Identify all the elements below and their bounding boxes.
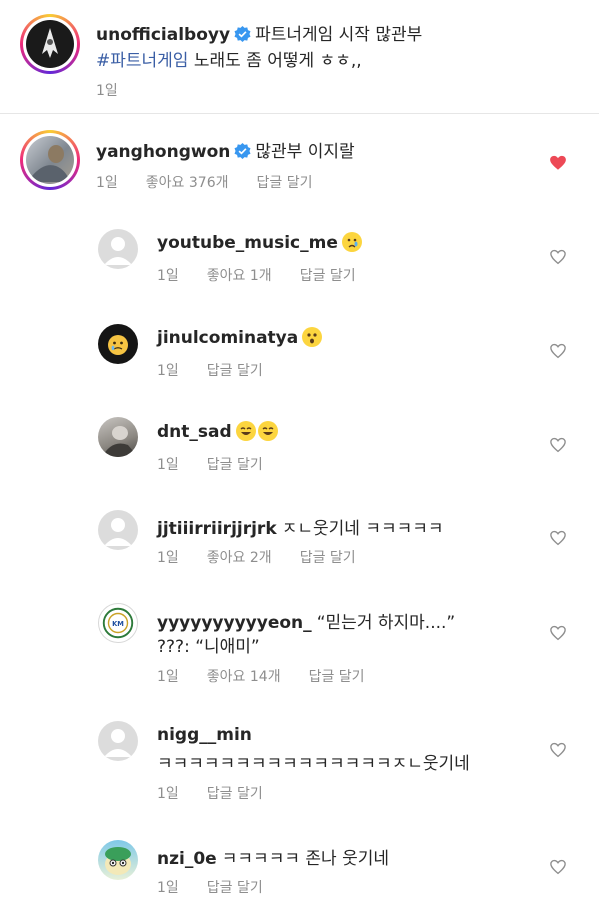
reply-button[interactable]: 답글 달기 bbox=[309, 669, 365, 685]
laughing-face-icon bbox=[235, 421, 256, 441]
heart-outline-icon[interactable] bbox=[549, 858, 567, 876]
reply-username[interactable]: jinulcominatya bbox=[157, 328, 298, 348]
astonished-face-icon bbox=[302, 327, 323, 347]
post-avatar[interactable] bbox=[20, 14, 80, 74]
reply-button[interactable]: 답글 달기 bbox=[207, 363, 263, 379]
reply-username[interactable]: nigg__min bbox=[157, 725, 252, 745]
reply-avatar[interactable] bbox=[98, 417, 138, 457]
reply-likes[interactable]: 좋아요 14개 bbox=[207, 669, 281, 685]
reply-avatar[interactable] bbox=[98, 840, 138, 880]
reply-button[interactable]: 답글 달기 bbox=[257, 175, 313, 191]
post-caption-text-2: 노래도 좀 어떻게 ㅎㅎ,, bbox=[188, 51, 362, 71]
reply-time: 1일 bbox=[157, 457, 179, 473]
reply-avatar[interactable] bbox=[98, 324, 138, 364]
reply-username[interactable]: youtube_music_me bbox=[157, 233, 338, 253]
comment-avatar[interactable] bbox=[20, 130, 80, 190]
reply-time: 1일 bbox=[157, 363, 179, 379]
hashtag-link[interactable]: #파트너게임 bbox=[96, 51, 188, 71]
reply-username[interactable]: jjtiiirriirjjrjrk bbox=[157, 519, 277, 539]
reply-button[interactable]: 답글 달기 bbox=[207, 786, 263, 802]
post-caption-text: 파트너게임 시작 많관부 bbox=[255, 25, 423, 45]
reply-likes[interactable]: 좋아요 1개 bbox=[207, 268, 272, 284]
reply-text: ㅈㄴ웃기네 ㅋㅋㅋㅋㅋ bbox=[281, 519, 444, 539]
svg-text:KM: KM bbox=[112, 620, 124, 628]
post-time: 1일 bbox=[96, 83, 118, 99]
reply-likes[interactable]: 좋아요 2개 bbox=[207, 550, 272, 566]
reply-time: 1일 bbox=[157, 669, 179, 685]
heart-outline-icon[interactable] bbox=[549, 624, 567, 642]
reply-button[interactable]: 답글 달기 bbox=[207, 457, 263, 473]
post-username[interactable]: unofficialboyy bbox=[96, 25, 230, 45]
heart-outline-icon[interactable] bbox=[549, 342, 567, 360]
reply-text-line2: ㅋㅋㅋㅋㅋㅋㅋㅋㅋㅋㅋㅋㅋㅋㅋㅈㄴ웃기네 bbox=[157, 754, 470, 774]
comment-likes[interactable]: 좋아요 376개 bbox=[146, 175, 229, 191]
comment-text: 많관부 이지랄 bbox=[255, 142, 355, 162]
comment-time: 1일 bbox=[96, 175, 118, 191]
heart-filled-icon[interactable] bbox=[549, 154, 567, 172]
reply-time: 1일 bbox=[157, 786, 179, 802]
verified-icon bbox=[234, 143, 251, 159]
reply-text-line2: ???: “니애미” bbox=[157, 637, 260, 657]
comment-username[interactable]: yanghongwon bbox=[96, 142, 230, 162]
reply-username[interactable]: yyyyyyyyyyeon_ bbox=[157, 613, 312, 633]
verified-icon bbox=[234, 26, 251, 42]
reply-button[interactable]: 답글 달기 bbox=[207, 880, 263, 896]
divider bbox=[0, 113, 599, 114]
reply-username[interactable]: dnt_sad bbox=[157, 422, 232, 442]
reply-avatar[interactable]: KM bbox=[98, 603, 138, 643]
heart-outline-icon[interactable] bbox=[549, 248, 567, 266]
reply-time: 1일 bbox=[157, 550, 179, 566]
laughing-face-icon bbox=[257, 421, 278, 441]
reply-text: ㅋㅋㅋㅋㅋ 존나 웃기네 bbox=[221, 849, 389, 869]
heart-outline-icon[interactable] bbox=[549, 436, 567, 454]
reply-button[interactable]: 답글 달기 bbox=[300, 550, 356, 566]
heart-outline-icon[interactable] bbox=[549, 529, 567, 547]
reply-avatar[interactable] bbox=[98, 510, 138, 550]
reply-text: “믿는거 하지마....” bbox=[316, 613, 456, 633]
reply-avatar[interactable] bbox=[98, 721, 138, 761]
reply-button[interactable]: 답글 달기 bbox=[300, 268, 356, 284]
reply-username[interactable]: nzi_0e bbox=[157, 849, 217, 869]
heart-outline-icon[interactable] bbox=[549, 741, 567, 759]
reply-time: 1일 bbox=[157, 268, 179, 284]
reply-avatar[interactable] bbox=[98, 229, 138, 269]
reply-time: 1일 bbox=[157, 880, 179, 896]
post-caption: unofficialboyy 파트너게임 시작 많관부 #파트너게임 노래도 좀 … bbox=[0, 0, 599, 113]
crying-face-icon bbox=[341, 232, 362, 252]
